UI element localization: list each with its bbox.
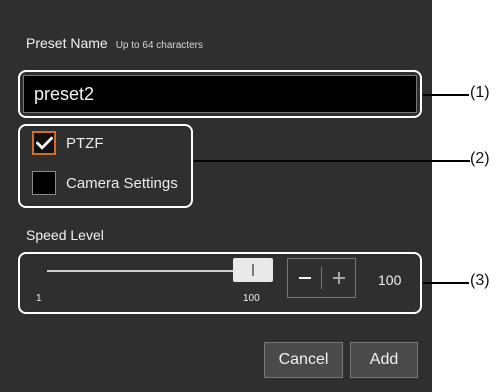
speed-slider-thumb[interactable] (233, 258, 273, 282)
add-button[interactable]: Add (350, 342, 418, 378)
speed-value: 100 (378, 272, 402, 288)
slider-thumb-mark (252, 264, 254, 276)
callout-box-3 (18, 252, 422, 314)
plus-icon (332, 272, 345, 284)
ptzf-option[interactable]: PTZF (32, 131, 104, 155)
callout-marker-1: (1) (470, 84, 490, 101)
preset-name-label: Preset Name (26, 35, 108, 51)
check-icon (35, 136, 53, 150)
slider-min-label: 1 (36, 293, 42, 304)
camera-settings-label: Camera Settings (66, 174, 178, 192)
preset-name-heading: Preset Name Up to 64 characters (26, 36, 203, 51)
speed-slider-track[interactable] (47, 270, 252, 272)
callout-marker-2: (2) (470, 150, 490, 167)
preset-name-hint: Up to 64 characters (115, 40, 203, 51)
annotated-dialog: Preset Name Up to 64 characters PTZF Cam… (0, 0, 501, 392)
callout-leader-2 (194, 160, 470, 162)
callout-leader-3 (423, 282, 469, 284)
callout-marker-3: (3) (470, 272, 490, 289)
increase-speed-button[interactable] (322, 259, 355, 297)
minus-icon (298, 277, 311, 279)
ptzf-checkbox[interactable] (32, 131, 56, 155)
ptzf-label: PTZF (66, 134, 104, 152)
callout-leader-1 (423, 94, 469, 96)
camera-settings-checkbox[interactable] (32, 171, 56, 195)
speed-stepper (287, 258, 356, 298)
preset-name-input[interactable] (23, 75, 417, 113)
cancel-button[interactable]: Cancel (264, 342, 343, 378)
slider-max-label: 100 (243, 293, 260, 304)
camera-settings-option[interactable]: Camera Settings (32, 171, 178, 195)
preset-dialog: Preset Name Up to 64 characters PTZF Cam… (0, 0, 432, 392)
speed-level-label: Speed Level (26, 227, 104, 243)
decrease-speed-button[interactable] (288, 259, 321, 297)
